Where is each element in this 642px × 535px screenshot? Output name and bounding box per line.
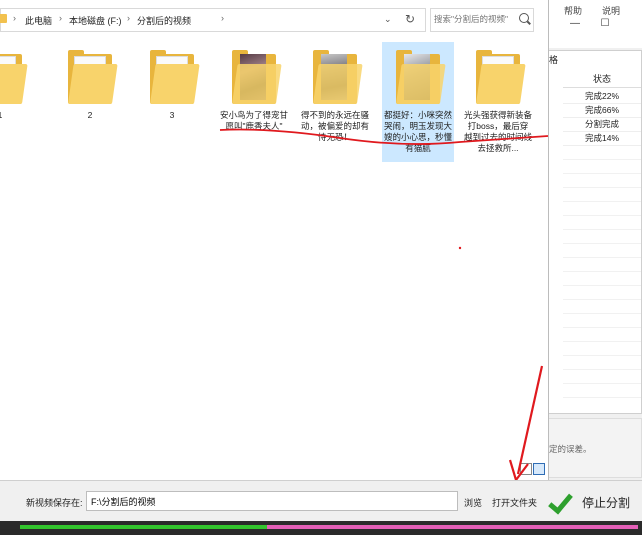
grid-line xyxy=(563,215,641,216)
status-row: 分割完成 xyxy=(563,117,641,132)
grid-line xyxy=(563,173,641,174)
open-folder-button[interactable]: 打开文件夹 xyxy=(492,496,537,509)
status-row: 完成22% xyxy=(563,89,641,104)
chevron-down-icon[interactable]: ⌄ xyxy=(384,14,392,25)
folder-icon xyxy=(476,50,526,104)
folder-item[interactable]: 得不到的永远在骚动，被偏爱的却有恃无恐！ xyxy=(299,42,371,162)
folder-label: 都挺好：小咪突然哭闹，明玉发现大嫂的小心思，秒懂有猫腻 xyxy=(384,110,453,153)
folder-icon xyxy=(68,50,118,104)
save-path-input[interactable] xyxy=(86,491,458,511)
hint-panel: 定的误差。 xyxy=(548,418,642,478)
breadcrumb-local-disk[interactable]: 本地磁盘 (F:) xyxy=(69,14,122,27)
folder-item[interactable]: 3 xyxy=(136,42,208,162)
grid-line xyxy=(563,187,641,188)
folder-icon xyxy=(0,50,28,104)
folder-label: 光头强获得新装备打boss，最后穿越到过去的时间线去拯救所... xyxy=(464,110,533,153)
status-row: 完成14% xyxy=(563,131,641,146)
grid-line xyxy=(563,285,641,286)
folder-icon xyxy=(232,50,282,104)
chevron-right-icon: › xyxy=(221,13,224,23)
breadcrumb-this-pc[interactable]: 此电脑 xyxy=(25,14,52,27)
folder-view: 1 2 3 安小鸟为了得宠甘愿叫"鹿香夫人" 得不到的永远在骚动，被偏爱的却有恃… xyxy=(0,34,548,464)
background-titlebar: 帮助 说明 — ☐ xyxy=(548,0,642,48)
folder-label: 得不到的永远在骚动，被偏爱的却有恃无恐！ xyxy=(301,110,370,142)
status-row: 完成66% xyxy=(563,103,641,118)
grid-line xyxy=(563,299,641,300)
folder-icon xyxy=(0,14,7,23)
browse-button[interactable]: 浏览 xyxy=(464,496,482,509)
file-browser-dialog: › 此电脑 › 本地磁盘 (F:) › 分割后的视频 › ⌄ ↻ 1 2 xyxy=(0,0,549,520)
menu-item-help[interactable]: 帮助 xyxy=(564,4,582,17)
taskbar xyxy=(0,529,642,535)
grid-line xyxy=(563,313,641,314)
grid-line xyxy=(563,341,641,342)
breadcrumb-current-folder[interactable]: 分割后的视频 xyxy=(137,14,191,27)
menu-item-instructions[interactable]: 说明 xyxy=(602,4,620,17)
grid-line xyxy=(563,397,641,398)
grid-line xyxy=(563,201,641,202)
chevron-right-icon: › xyxy=(127,13,130,23)
folder-item[interactable]: 2 xyxy=(54,42,126,162)
folder-item[interactable]: 光头强获得新装备打boss，最后穿越到过去的时间线去拯救所... xyxy=(462,42,534,162)
search-box[interactable] xyxy=(430,8,534,32)
folder-item-selected[interactable]: 都挺好：小咪突然哭闹，明玉发现大嫂的小心思，秒懂有猫腻 xyxy=(382,42,454,162)
folder-icon xyxy=(396,50,446,104)
search-icon[interactable] xyxy=(519,13,529,23)
grid-line xyxy=(563,159,641,160)
task-status-table: 格 状态 完成22% 完成66% 分割完成 完成14% xyxy=(548,50,642,414)
grid-line xyxy=(563,243,641,244)
large-icons-view-icon[interactable] xyxy=(533,463,545,475)
grid-line xyxy=(563,257,641,258)
maximize-icon[interactable]: ☐ xyxy=(598,18,612,30)
address-bar[interactable]: › 此电脑 › 本地磁盘 (F:) › 分割后的视频 › ⌄ ↻ xyxy=(0,8,426,32)
chevron-right-icon: › xyxy=(59,13,62,23)
grid-line xyxy=(563,327,641,328)
folder-icon xyxy=(313,50,363,104)
refresh-icon[interactable]: ↻ xyxy=(405,12,415,26)
grid-line xyxy=(563,369,641,370)
stop-split-label: 停止分割 xyxy=(582,496,631,510)
grid-line xyxy=(563,355,641,356)
grid-line xyxy=(563,383,641,384)
status-column-header: 状态 xyxy=(563,71,641,88)
grid-line xyxy=(563,229,641,230)
folder-label: 1 xyxy=(0,110,34,121)
save-location-label: 新视频保存在: xyxy=(26,498,83,508)
panel-tab-label: 格 xyxy=(549,55,559,65)
search-input[interactable] xyxy=(434,11,514,27)
minimize-icon[interactable]: — xyxy=(568,18,582,30)
stop-split-button[interactable]: 停止分割 xyxy=(546,487,636,515)
folder-icon xyxy=(150,50,200,104)
details-view-icon[interactable] xyxy=(520,463,532,475)
folder-label: 3 xyxy=(169,110,175,120)
chevron-right-icon: › xyxy=(13,13,16,23)
folder-label: 安小鸟为了得宠甘愿叫"鹿香夫人" xyxy=(220,110,289,131)
folder-label: 2 xyxy=(87,110,93,120)
check-icon xyxy=(548,491,570,513)
folder-item[interactable]: 安小鸟为了得宠甘愿叫"鹿香夫人" xyxy=(218,42,290,162)
grid-line xyxy=(563,271,641,272)
folder-item[interactable]: 1 xyxy=(0,42,36,162)
bottom-toolbar: 新视频保存在: 浏览 打开文件夹 停止分割 xyxy=(0,480,642,521)
hint-text: 定的误差。 xyxy=(549,444,592,454)
